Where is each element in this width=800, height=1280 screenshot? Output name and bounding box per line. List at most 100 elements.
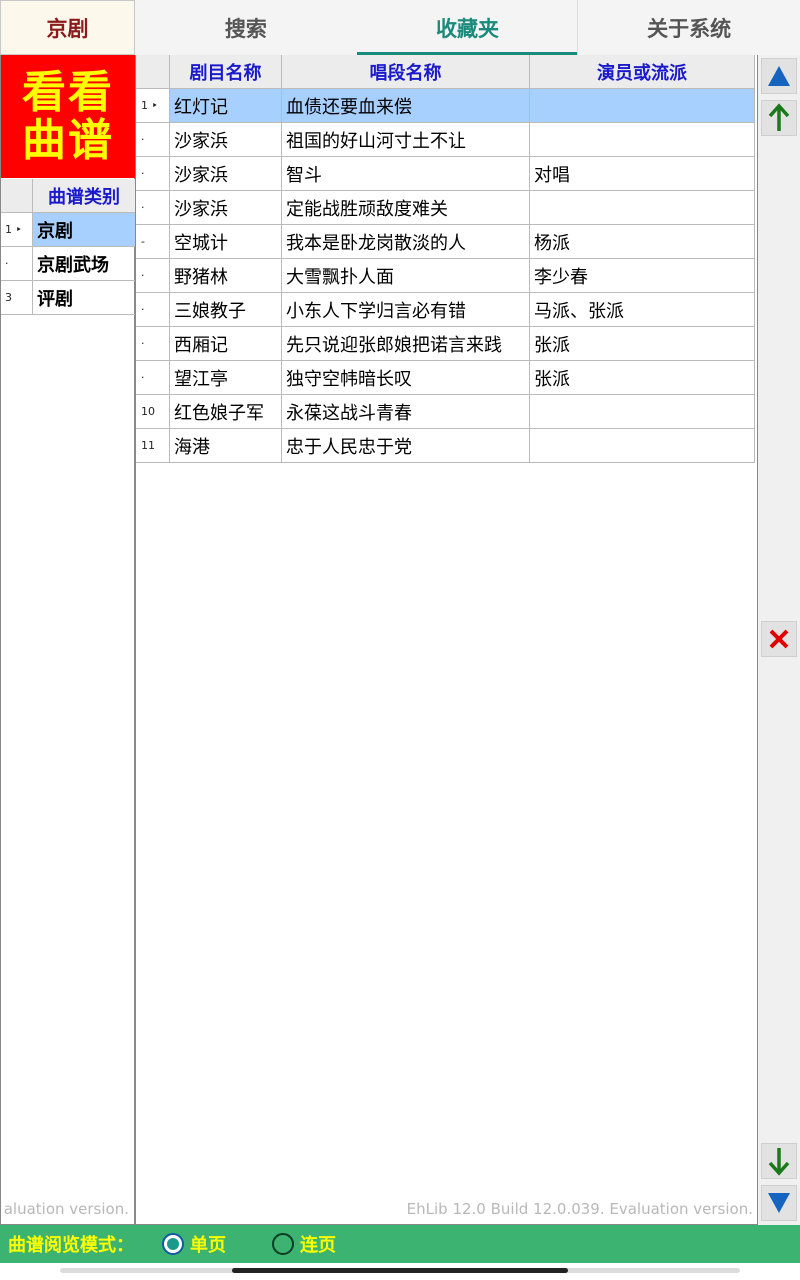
table-row[interactable]: · 沙家浜 祖国的好山河寸土不让: [136, 123, 756, 157]
cell-actor[interactable]: 对唱: [530, 157, 755, 191]
delete-favorite-button[interactable]: [761, 621, 797, 657]
cell-play-name[interactable]: 红色娘子军: [170, 395, 282, 429]
radio-dot-icon: [167, 1238, 179, 1250]
tab-divider: [577, 0, 578, 55]
continuous-page-option[interactable]: 连页: [272, 1231, 336, 1257]
table-row[interactable]: · 沙家浜 智斗 对唱: [136, 157, 756, 191]
category-panel: 看看 曲谱 曲谱类别 1 ‣ 京剧 · 京剧武场 3 评剧 aluation v…: [0, 55, 135, 1225]
tab-search[interactable]: 搜索: [135, 0, 357, 55]
evaluation-watermark: EhLib 12.0 Build 12.0.039. Evaluation ve…: [406, 1200, 753, 1218]
single-page-label[interactable]: 单页: [190, 1231, 226, 1257]
cell-play-name[interactable]: 三娘教子: [170, 293, 282, 327]
cell-actor[interactable]: [530, 123, 755, 157]
triangle-down-icon: [768, 1193, 790, 1213]
row-indicator: ·: [136, 327, 170, 361]
row-indicator: ·: [136, 123, 170, 157]
cell-aria-name[interactable]: 小东人下学归言必有错: [282, 293, 530, 327]
category-header-row: 曲谱类别: [1, 179, 135, 213]
cell-aria-name[interactable]: 大雪飘扑人面: [282, 259, 530, 293]
close-x-icon: [769, 629, 789, 649]
single-page-option[interactable]: 单页: [162, 1231, 226, 1257]
table-row[interactable]: 10 红色娘子军 永葆这战斗青春: [136, 395, 756, 429]
cell-actor[interactable]: 马派、张派: [530, 293, 755, 327]
category-row[interactable]: · 京剧武场: [1, 247, 135, 281]
cell-actor[interactable]: 李少春: [530, 259, 755, 293]
cell-play-name[interactable]: 沙家浜: [170, 191, 282, 225]
cell-actor[interactable]: 张派: [530, 327, 755, 361]
cell-play-name[interactable]: 红灯记: [170, 89, 282, 123]
cell-play-name[interactable]: 野猪林: [170, 259, 282, 293]
table-row[interactable]: · 西厢记 先只说迎张郎娘把诺言来践 张派: [136, 327, 756, 361]
category-name[interactable]: 评剧: [33, 281, 135, 315]
cell-aria-name[interactable]: 定能战胜顽敌度难关: [282, 191, 530, 225]
cell-actor[interactable]: 张派: [530, 361, 755, 395]
row-indicator-header: [136, 55, 170, 89]
logo-line-1: 看看: [22, 66, 114, 118]
cell-play-name[interactable]: 沙家浜: [170, 123, 282, 157]
continuous-page-label[interactable]: 连页: [300, 1231, 336, 1257]
category-row[interactable]: 3 评剧: [1, 281, 135, 315]
row-indicator: 1 ‣: [136, 89, 170, 123]
app-tab-jingju[interactable]: 京剧: [0, 0, 135, 55]
cell-play-name[interactable]: 西厢记: [170, 327, 282, 361]
column-header-play[interactable]: 剧目名称: [170, 55, 282, 89]
category-name[interactable]: 京剧: [33, 213, 135, 247]
row-indicator: ·: [136, 259, 170, 293]
tab-about[interactable]: 关于系统: [578, 0, 800, 55]
radio-continuous-page[interactable]: [272, 1233, 294, 1255]
cell-aria-name[interactable]: 智斗: [282, 157, 530, 191]
cell-aria-name[interactable]: 祖国的好山河寸土不让: [282, 123, 530, 157]
cell-actor[interactable]: [530, 395, 755, 429]
evaluation-watermark: aluation version.: [3, 1200, 129, 1218]
table-row[interactable]: · 望江亭 独守空帏暗长叹 张派: [136, 361, 756, 395]
cell-aria-name[interactable]: 我本是卧龙岗散淡的人: [282, 225, 530, 259]
tab-strip: 搜索 收藏夹 关于系统: [135, 0, 800, 55]
category-column-header[interactable]: 曲谱类别: [33, 179, 135, 213]
row-indicator: 3: [1, 281, 33, 315]
cell-aria-name[interactable]: 忠于人民忠于党: [282, 429, 530, 463]
cell-actor[interactable]: [530, 191, 755, 225]
table-row[interactable]: 11 海港 忠于人民忠于党: [136, 429, 756, 463]
cell-actor[interactable]: 杨派: [530, 225, 755, 259]
cell-aria-name[interactable]: 先只说迎张郎娘把诺言来践: [282, 327, 530, 361]
view-mode-label: 曲谱阅览模式：: [8, 1235, 134, 1256]
row-indicator: ·: [136, 361, 170, 395]
cell-actor[interactable]: [530, 429, 755, 463]
arrow-down-icon: [768, 1148, 790, 1176]
table-row[interactable]: - 空城计 我本是卧龙岗散淡的人 杨派: [136, 225, 756, 259]
row-indicator: 11: [136, 429, 170, 463]
row-indicator: 1 ‣: [1, 213, 33, 247]
category-name[interactable]: 京剧武场: [33, 247, 135, 281]
table-row[interactable]: · 野猪林 大雪飘扑人面 李少春: [136, 259, 756, 293]
triangle-up-icon: [768, 66, 790, 86]
table-row[interactable]: · 沙家浜 定能战胜顽敌度难关: [136, 191, 756, 225]
row-indicator: ·: [1, 247, 33, 281]
move-to-top-button[interactable]: [761, 58, 797, 94]
cell-aria-name[interactable]: 独守空帏暗长叹: [282, 361, 530, 395]
table-row[interactable]: · 三娘教子 小东人下学归言必有错 马派、张派: [136, 293, 756, 327]
move-down-button[interactable]: [761, 1143, 797, 1179]
column-header-aria[interactable]: 唱段名称: [282, 55, 530, 89]
home-indicator[interactable]: [232, 1268, 568, 1273]
cell-play-name[interactable]: 沙家浜: [170, 157, 282, 191]
cell-actor[interactable]: [530, 89, 755, 123]
radio-single-page[interactable]: [162, 1233, 184, 1255]
action-rail: [758, 55, 800, 1225]
row-indicator: ·: [136, 157, 170, 191]
table-row[interactable]: 1 ‣ 红灯记 血债还要血来偿: [136, 89, 756, 123]
arrow-up-icon: [768, 103, 790, 131]
cell-aria-name[interactable]: 永葆这战斗青春: [282, 395, 530, 429]
tab-favorites[interactable]: 收藏夹: [356, 0, 579, 55]
cell-play-name[interactable]: 海港: [170, 429, 282, 463]
category-table: 曲谱类别 1 ‣ 京剧 · 京剧武场 3 评剧: [1, 179, 135, 315]
move-up-button[interactable]: [761, 100, 797, 136]
move-to-bottom-button[interactable]: [761, 1185, 797, 1221]
category-row[interactable]: 1 ‣ 京剧: [1, 213, 135, 247]
column-header-actor[interactable]: 演员或流派: [530, 55, 755, 89]
cell-play-name[interactable]: 空城计: [170, 225, 282, 259]
view-mode-bar: 曲谱阅览模式： 单页 连页: [0, 1225, 800, 1263]
cell-play-name[interactable]: 望江亭: [170, 361, 282, 395]
favorites-grid-panel: 剧目名称 唱段名称 演员或流派 1 ‣ 红灯记 血债还要血来偿 · 沙家浜 祖国的好山河寸…: [135, 55, 758, 1225]
cell-aria-name[interactable]: 血债还要血来偿: [282, 89, 530, 123]
row-indicator: ·: [136, 293, 170, 327]
